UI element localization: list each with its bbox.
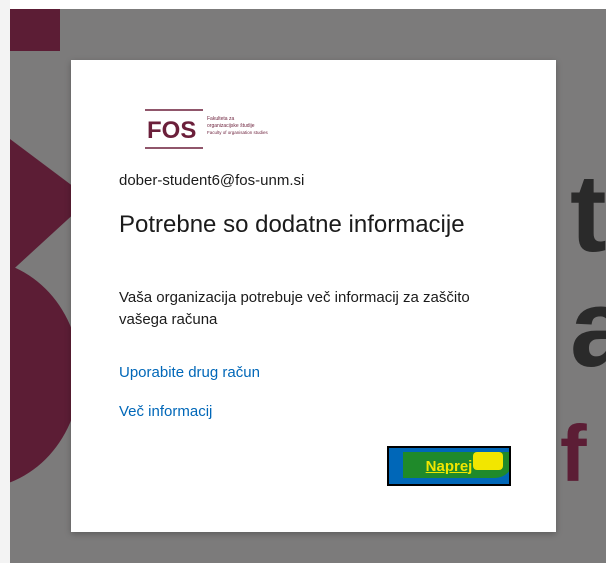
page-description: Vaša organizacija potrebuje več informac…	[119, 289, 470, 328]
background-brand-block	[10, 9, 60, 51]
next-button[interactable]: Naprej	[387, 446, 511, 486]
logo-line: Faculty of organisation studies	[207, 130, 269, 135]
next-button-label: Naprej	[425, 457, 473, 475]
more-information-link[interactable]: Več informacij	[119, 403, 212, 420]
background-letter: a	[570, 267, 606, 390]
account-identifier: dober-student6@fos-unm.si	[119, 172, 305, 189]
logo-wordmark: FOS	[147, 117, 196, 144]
logo-line: Fakulteta za	[207, 116, 234, 122]
background-letter: t	[570, 152, 606, 275]
logo-line: organizacijske študije	[207, 123, 255, 129]
organization-logo: FOS Fakulteta za organizacijske študije …	[145, 109, 269, 149]
background-letter: f	[560, 409, 587, 498]
background-brand-circle	[10, 259, 80, 489]
window-top-band	[10, 0, 606, 9]
use-other-account-link[interactable]: Uporabite drug račun	[119, 364, 260, 381]
window-left-edge	[0, 0, 10, 563]
highlight-mark	[473, 452, 503, 470]
page-title: Potrebne so dodatne informacije	[119, 211, 465, 238]
sign-in-dialog: FOS Fakulteta za organizacijske študije …	[71, 60, 556, 532]
